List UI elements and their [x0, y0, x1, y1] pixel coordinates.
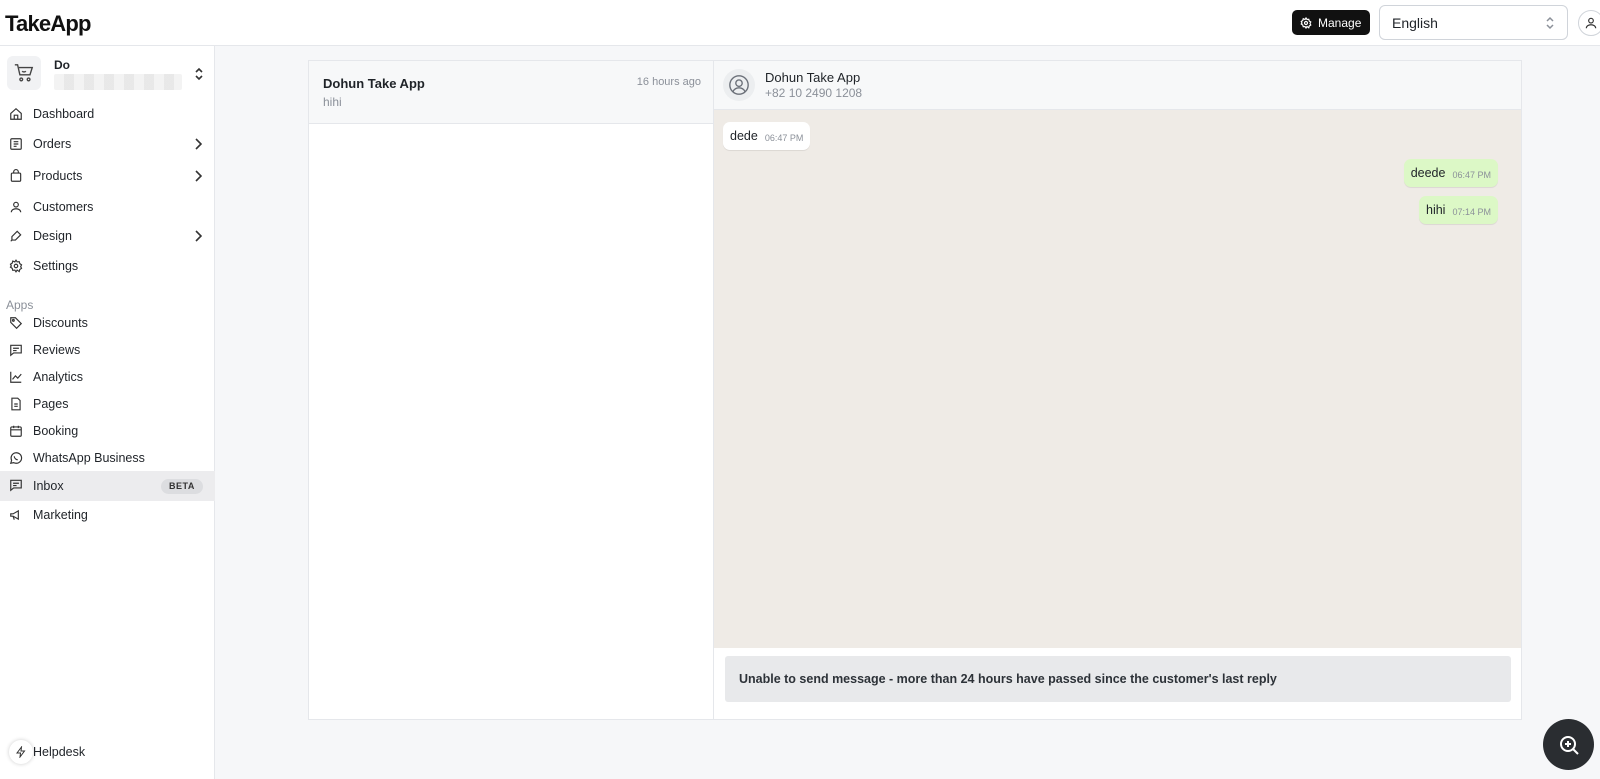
bag-icon	[10, 169, 22, 182]
user-menu-button[interactable]	[1578, 10, 1600, 36]
conversation-list: Dohun Take App hihi 16 hours ago	[309, 61, 714, 719]
beta-badge: BETA	[161, 479, 203, 494]
message-bubble-outgoing: deede 06:47 PM	[1403, 159, 1498, 187]
chart-icon	[10, 371, 22, 383]
sidebar-item-label: Analytics	[33, 370, 84, 384]
sidebar-item-label: Products	[33, 169, 83, 183]
language-select[interactable]: English	[1379, 5, 1568, 40]
message-bubble-incoming: dede 06:47 PM	[723, 122, 811, 150]
sidebar-item-booking[interactable]: Booking	[0, 417, 215, 445]
conversation-item[interactable]: Dohun Take App hihi 16 hours ago	[309, 61, 713, 124]
contact-avatar-icon	[723, 69, 755, 101]
conversation-name: Dohun Take App	[323, 76, 425, 91]
sidebar-item-marketing[interactable]: Marketing	[0, 501, 215, 529]
cart-icon	[7, 56, 41, 90]
manage-label: Manage	[1318, 15, 1362, 30]
chevron-updown-icon	[1546, 16, 1554, 30]
helpdesk-label: Helpdesk	[33, 745, 86, 759]
message-time: 06:47 PM	[1452, 170, 1491, 180]
sidebar-item-reviews[interactable]: Reviews	[0, 336, 215, 364]
sidebar-item-settings[interactable]: Settings	[0, 252, 215, 280]
sidebar-item-label: Settings	[33, 259, 79, 273]
chevron-right-icon	[195, 138, 202, 150]
sidebar-item-label: Design	[33, 229, 72, 243]
top-bar: TakeApp Manage English	[0, 0, 1600, 46]
chevron-right-icon	[195, 230, 202, 242]
helpdesk-link[interactable]: Helpdesk	[0, 739, 215, 765]
brush-icon	[10, 230, 22, 242]
store-switcher[interactable]: Do	[7, 56, 209, 92]
user-icon	[10, 201, 22, 213]
manage-button[interactable]: Manage	[1292, 10, 1371, 35]
contact-phone: +82 10 2490 1208	[765, 86, 863, 100]
store-subtitle-redacted	[54, 74, 182, 90]
sidebar-item-label: Booking	[33, 424, 79, 438]
composer-area: Unable to send message - more than 24 ho…	[714, 648, 1521, 719]
sidebar-item-orders[interactable]: Orders	[0, 130, 215, 158]
zoom-button[interactable]	[1543, 719, 1594, 770]
sidebar-item-customers[interactable]: Customers	[0, 193, 215, 221]
message-text: deede	[1410, 166, 1446, 180]
whatsapp-icon	[9, 452, 23, 465]
sidebar-item-analytics[interactable]: Analytics	[0, 363, 215, 391]
chevron-right-icon	[195, 170, 202, 182]
chat-window: Dohun Take App +82 10 2490 1208 dede 06:…	[714, 61, 1521, 719]
contact-name: Dohun Take App	[765, 70, 861, 85]
zoom-in-icon	[1559, 735, 1579, 755]
sidebar-item-products[interactable]: Products	[0, 162, 215, 190]
language-value: English	[1392, 14, 1438, 31]
app-logo[interactable]: TakeApp	[5, 11, 91, 37]
sidebar-item-label: Pages	[33, 397, 69, 411]
store-name: Do	[54, 58, 70, 72]
sidebar-item-label: WhatsApp Business	[33, 451, 145, 465]
sidebar-item-inbox[interactable]: Inbox BETA	[0, 471, 215, 501]
chevron-updown-icon	[195, 67, 203, 81]
message-text: hihi	[1426, 203, 1446, 217]
lightning-icon	[9, 740, 33, 764]
sidebar-item-label: Customers	[33, 200, 94, 214]
tag-icon	[10, 317, 23, 330]
message-text: dede	[730, 129, 758, 143]
sidebar-item-design[interactable]: Design	[0, 222, 215, 250]
gear-icon	[9, 259, 23, 273]
gear-icon	[1300, 16, 1312, 29]
sidebar-item-whatsapp-business[interactable]: WhatsApp Business	[0, 444, 215, 472]
message-time: 06:47 PM	[764, 133, 804, 143]
sidebar-item-discounts[interactable]: Discounts	[0, 309, 215, 337]
calendar-icon	[10, 425, 22, 437]
message-time: 07:14 PM	[1452, 207, 1491, 217]
inbox-icon	[10, 479, 22, 492]
review-icon	[10, 344, 22, 357]
sidebar-item-label: Marketing	[33, 508, 88, 522]
sidebar-item-label: Inbox	[33, 479, 64, 493]
conversation-preview: hihi	[323, 95, 342, 109]
user-icon	[1585, 17, 1597, 29]
sidebar: Do Dashboard Orders Products Customers D…	[0, 46, 215, 779]
sidebar-item-label: Discounts	[33, 316, 88, 330]
sidebar-item-dashboard[interactable]: Dashboard	[0, 100, 215, 128]
home-icon	[10, 107, 22, 120]
chat-header: Dohun Take App +82 10 2490 1208	[714, 61, 1521, 110]
page-icon	[11, 397, 21, 411]
conversation-time: 16 hours ago	[636, 76, 701, 88]
sidebar-item-pages[interactable]: Pages	[0, 390, 215, 418]
sidebar-item-label: Dashboard	[33, 107, 95, 121]
message-area: dede 06:47 PM deede 06:47 PM hihi 07:14 …	[714, 110, 1521, 648]
orders-icon	[10, 138, 22, 150]
sidebar-item-label: Orders	[33, 137, 72, 151]
megaphone-icon	[10, 509, 19, 521]
message-bubble-outgoing: hihi 07:14 PM	[1419, 196, 1498, 224]
inbox-panel: Dohun Take App hihi 16 hours ago Dohun T…	[308, 60, 1522, 720]
send-disabled-notice: Unable to send message - more than 24 ho…	[725, 656, 1511, 702]
sidebar-item-label: Reviews	[33, 343, 81, 357]
